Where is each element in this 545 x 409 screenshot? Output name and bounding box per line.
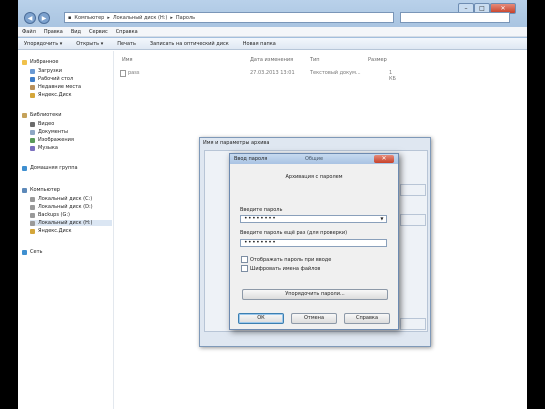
sidebar-item-yandex[interactable]: Яндекс.Диск: [30, 92, 72, 98]
burn-button[interactable]: Записать на оптический диск: [150, 41, 229, 47]
sidebar-item-documents[interactable]: Документы: [30, 129, 68, 135]
navigation-pane: Избранное Загрузки Рабочий стол Недавние…: [18, 51, 114, 409]
sidebar-favorites[interactable]: Избранное: [22, 59, 58, 65]
sidebar-item-desktop[interactable]: Рабочий стол: [30, 76, 73, 82]
sidebar-libraries[interactable]: Библиотеки: [22, 112, 62, 118]
forward-arrow-icon: ▶: [41, 14, 47, 22]
ok-button[interactable]: ОК: [238, 313, 284, 324]
close-icon: ✕: [381, 155, 387, 162]
sidebar-computer[interactable]: Компьютер: [22, 187, 60, 193]
open-button[interactable]: Открыть ▾: [76, 41, 103, 47]
forward-button[interactable]: ▶: [38, 12, 50, 24]
search-input[interactable]: [400, 12, 510, 23]
password-dialog-tab: Общие: [305, 156, 324, 162]
sidebar-homegroup[interactable]: Домашняя группа: [22, 165, 78, 171]
dialog-heading: Архивация с паролем: [285, 174, 343, 180]
sidebar-item-music[interactable]: Музыка: [30, 145, 58, 151]
password-dialog-title: Ввод пароля: [234, 156, 268, 162]
cancel-button[interactable]: Отмена: [291, 313, 337, 324]
sidebar-item-recent[interactable]: Недавние места: [30, 84, 81, 90]
sidebar-item-downloads[interactable]: Загрузки: [30, 68, 62, 74]
recent-icon: [30, 84, 35, 90]
column-size[interactable]: Размер: [368, 57, 387, 63]
close-icon: ✕: [500, 5, 506, 12]
manage-passwords-button[interactable]: Упорядочить пароли...: [242, 289, 388, 300]
menu-edit[interactable]: Правка: [44, 29, 63, 35]
text-file-icon: [120, 70, 126, 77]
yandex-disk-icon: [30, 228, 35, 234]
minimize-icon: –: [464, 5, 468, 12]
back-arrow-icon: ◀: [27, 14, 33, 22]
drive-icon: [30, 204, 35, 210]
checkbox-icon[interactable]: [241, 265, 248, 272]
new-folder-button[interactable]: Новая папка: [243, 41, 276, 47]
encrypt-names-checkbox[interactable]: Шифровать имена файлов: [241, 265, 320, 272]
menu-bar: Файл Правка Вид Сервис Справка: [18, 27, 527, 37]
back-button[interactable]: ◀: [24, 12, 36, 24]
homegroup-icon: [22, 165, 27, 171]
dropdown-arrow-icon[interactable]: ▼: [380, 216, 384, 222]
show-password-checkbox[interactable]: Отображать пароль при вводе: [241, 256, 331, 263]
folder-icon: ▪: [68, 14, 72, 21]
maximize-icon: □: [479, 5, 485, 12]
address-bar[interactable]: ▪ Компьютер ▸ Локальный диск (H:) ▸ Пароль: [64, 12, 394, 23]
sidebar-item-drive-g[interactable]: Backups (G:): [30, 212, 70, 218]
yandex-disk-icon: [30, 92, 35, 98]
menu-tools[interactable]: Сервис: [89, 29, 108, 35]
table-row[interactable]: pass 27.03.2013 13:01 Текстовый докум...…: [120, 70, 400, 82]
breadcrumb-drive[interactable]: Локальный диск (H:): [113, 15, 168, 21]
column-type[interactable]: Тип: [310, 57, 320, 63]
confirm-password-label: Введите пароль ещё раз (для проверки): [240, 230, 348, 236]
drive-icon: [30, 212, 35, 218]
star-icon: [22, 59, 27, 65]
drive-icon: [30, 220, 35, 226]
sidebar-item-drive-c[interactable]: Локальный диск (C:): [30, 196, 92, 202]
confirm-password-input[interactable]: ••••••••: [240, 239, 387, 247]
password-label: Введите пароль: [240, 207, 283, 213]
computer-icon: [22, 187, 27, 193]
archive-dialog-title: Имя и параметры архива: [203, 140, 270, 146]
sidebar-item-drive-h[interactable]: Локальный диск (H:): [30, 220, 112, 226]
password-dialog: Ввод пароля Общие ✕ Архивация с паролем …: [229, 153, 399, 330]
sidebar-item-images[interactable]: Изображения: [30, 137, 74, 143]
column-name[interactable]: Имя: [122, 57, 133, 63]
images-icon: [30, 137, 35, 143]
music-icon: [30, 145, 35, 151]
organize-button[interactable]: Упорядочить ▾: [24, 41, 62, 47]
library-icon: [22, 112, 27, 118]
breadcrumb-computer[interactable]: Компьютер: [74, 15, 104, 21]
network-icon: [22, 249, 27, 255]
command-bar: Упорядочить ▾ Открыть ▾ Печать Записать …: [18, 38, 527, 50]
checkbox-icon[interactable]: [241, 256, 248, 263]
menu-view[interactable]: Вид: [71, 29, 81, 35]
sidebar-item-yandex-drive[interactable]: Яндекс.Диск: [30, 228, 72, 234]
sidebar-item-drive-d[interactable]: Локальный диск (D:): [30, 204, 93, 210]
menu-help[interactable]: Справка: [116, 29, 138, 35]
help-button[interactable]: Справка: [344, 313, 390, 324]
desktop-icon: [30, 76, 35, 82]
sidebar-network[interactable]: Сеть: [22, 249, 42, 255]
downloads-icon: [30, 68, 35, 74]
menu-file[interactable]: Файл: [22, 29, 36, 35]
dialog-close-button[interactable]: ✕: [374, 155, 394, 163]
password-input[interactable]: •••••••• ▼: [240, 215, 387, 223]
documents-icon: [30, 129, 35, 135]
print-button[interactable]: Печать: [117, 41, 136, 47]
breadcrumb-folder[interactable]: Пароль: [176, 15, 195, 21]
sidebar-item-video[interactable]: Видео: [30, 121, 54, 127]
drive-icon: [30, 196, 35, 202]
video-icon: [30, 121, 35, 127]
column-date[interactable]: Дата изменения: [250, 57, 293, 63]
